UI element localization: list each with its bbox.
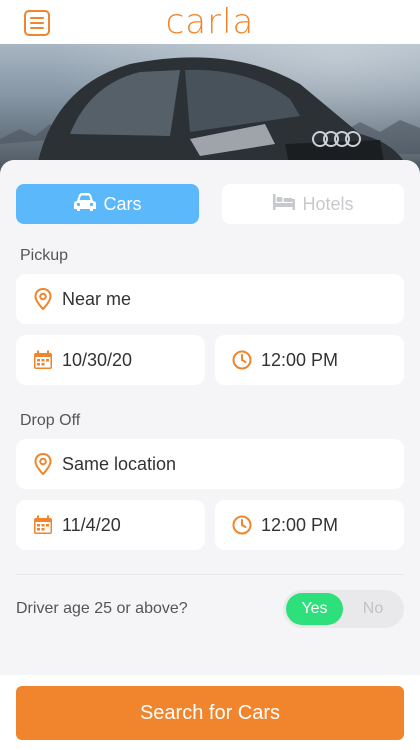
calendar-icon	[32, 514, 54, 536]
driver-age-no[interactable]: No	[345, 593, 401, 625]
location-pin-icon	[32, 288, 54, 310]
bottom-bar: Search for Cars	[0, 675, 420, 750]
dropoff-location-value: Same location	[62, 453, 177, 474]
dropoff-date-field[interactable]: 11/4/20	[16, 500, 205, 550]
tab-cars[interactable]: Cars	[16, 184, 199, 224]
dropoff-location-field[interactable]: Same location	[16, 439, 404, 489]
bed-icon	[272, 193, 296, 216]
driver-age-label: Driver age 25 or above?	[16, 600, 188, 617]
tab-hotels[interactable]: Hotels	[222, 184, 404, 224]
pickup-date-value: 10/30/20	[62, 349, 133, 370]
driver-age-yes[interactable]: Yes	[286, 593, 343, 625]
dropoff-time-value: 12:00 PM	[261, 514, 339, 535]
dropoff-label: Drop Off	[20, 412, 81, 429]
calendar-icon	[32, 349, 54, 371]
location-pin-icon	[32, 453, 54, 475]
pickup-time-value: 12:00 PM	[261, 349, 339, 370]
search-card: Cars Hotels Pickup Near me 10/30/20 12:0…	[0, 160, 420, 750]
tab-hotels-label: Hotels	[302, 193, 354, 214]
driver-age-toggle[interactable]: Yes No	[283, 590, 404, 628]
pickup-location-field[interactable]: Near me	[16, 274, 404, 324]
app-logo: carla	[165, 2, 255, 42]
app-header: carla	[0, 0, 420, 44]
pickup-label: Pickup	[20, 247, 69, 264]
pickup-location-value: Near me	[62, 288, 132, 309]
clock-icon	[231, 349, 253, 371]
dropoff-date-value: 11/4/20	[62, 514, 121, 535]
pickup-date-field[interactable]: 10/30/20	[16, 335, 205, 385]
search-for-cars-button[interactable]: Search for Cars	[16, 686, 404, 740]
pickup-time-field[interactable]: 12:00 PM	[215, 335, 404, 385]
tab-cars-label: Cars	[103, 193, 142, 214]
clock-icon	[231, 514, 253, 536]
dropoff-time-field[interactable]: 12:00 PM	[215, 500, 404, 550]
divider	[16, 574, 404, 575]
car-icon	[73, 192, 97, 217]
